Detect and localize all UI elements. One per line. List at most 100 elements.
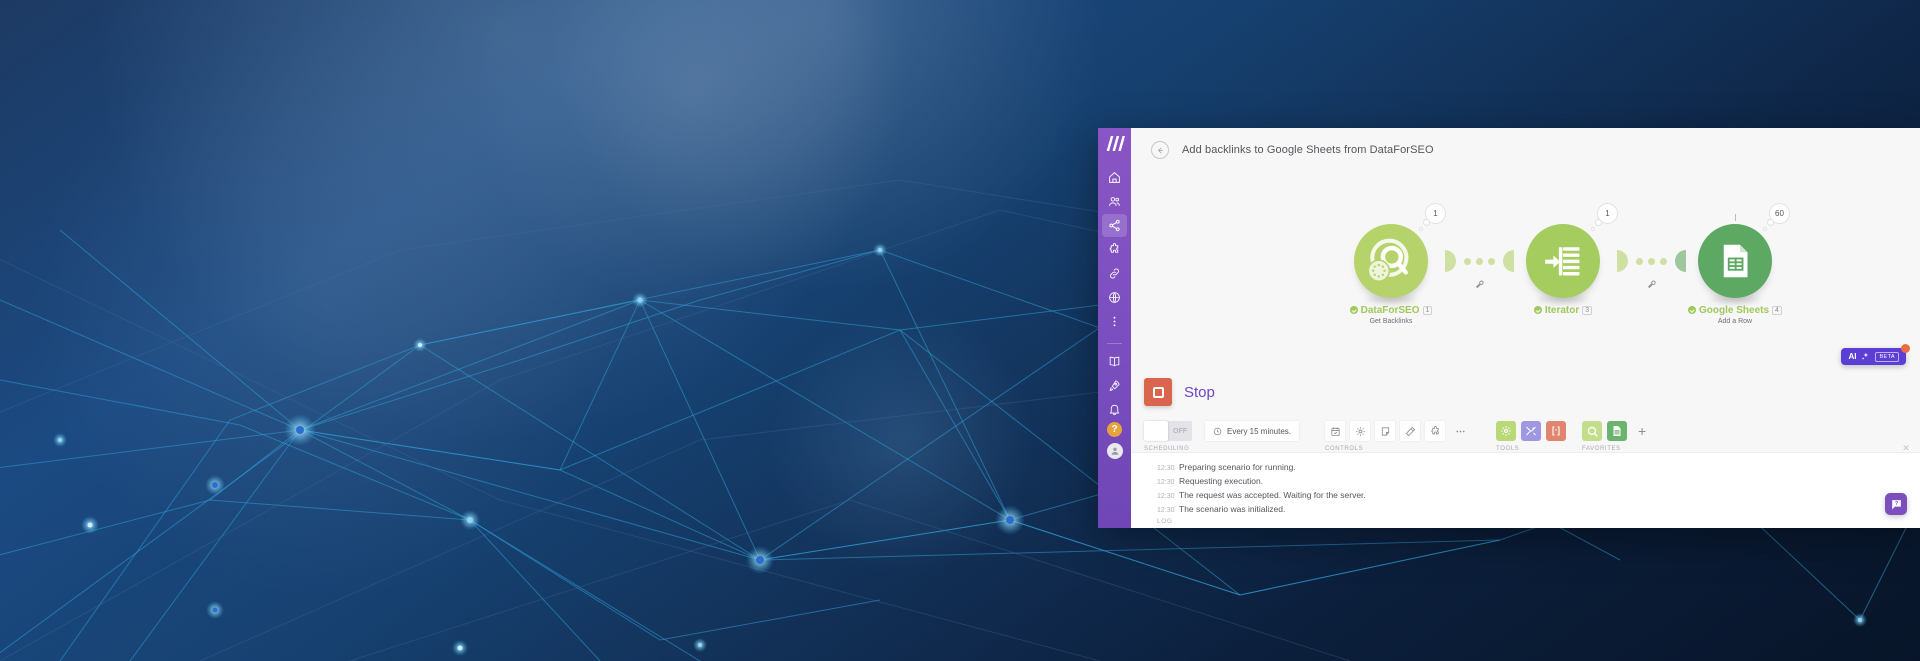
app-main: Add backlinks to Google Sheets from Data… (1131, 128, 1920, 528)
ai-label: AI (1848, 352, 1857, 361)
wrench-icon[interactable] (1475, 276, 1484, 294)
run-control: Stop (1144, 378, 1215, 406)
scenario-settings-button[interactable] (1350, 421, 1371, 441)
module-bubble-count: 60 (1769, 203, 1790, 224)
avatar[interactable] (1106, 443, 1123, 459)
add-favorite-button[interactable]: + (1632, 421, 1652, 441)
sidebar-item-more[interactable] (1102, 310, 1127, 333)
module-label: Google Sheets 4 (1675, 305, 1795, 316)
tools-text-parser-button[interactable] (1546, 421, 1567, 441)
execution-log-panel: ✕ 12:30 Preparing scenario for running. … (1131, 443, 1920, 528)
log-message: The request was accepted. Waiting for th… (1179, 490, 1366, 500)
page-title: Add backlinks to Google Sheets from Data… (1182, 144, 1434, 156)
beta-tag: BETA (1875, 351, 1899, 362)
sidebar-item-scenarios[interactable] (1102, 214, 1127, 237)
add-module-button[interactable] (1425, 421, 1446, 441)
log-message: Preparing scenario for running. (1179, 462, 1296, 472)
dataforseo-icon (1367, 238, 1409, 283)
wrench-icon[interactable] (1647, 276, 1656, 294)
calendar-check-icon (1330, 426, 1340, 436)
log-entry: 12:30 Preparing scenario for running. (1157, 462, 1920, 472)
puzzle-plus-icon (1430, 425, 1439, 434)
scheduling-group: OFF Every 15 minutes. SCHEDULING (1144, 420, 1300, 452)
sidebar-item-team[interactable] (1102, 190, 1127, 213)
tools-flow-control-button[interactable] (1496, 421, 1517, 441)
brackets-icon (1552, 426, 1560, 436)
auto-align-button[interactable] (1400, 421, 1421, 441)
ellipsis-icon (1455, 430, 1465, 432)
sidebar-item-whats-new[interactable] (1102, 374, 1127, 397)
tools-icon (1526, 426, 1536, 436)
sidebar-item-notifications[interactable] (1102, 398, 1127, 421)
module-google-sheets[interactable]: 60 Google Sheets 4 Add a Row (1675, 203, 1795, 325)
module-action: Get Backlinks (1369, 318, 1413, 325)
log-time: 12:30 (1157, 479, 1175, 486)
module-name: DataForSEO (1360, 305, 1420, 316)
log-entry: 12:30 The scenario was initialized. (1157, 504, 1920, 514)
favorite-dataforseo-button[interactable] (1582, 421, 1603, 441)
svg-text:?: ? (1894, 501, 1897, 507)
module-name: Google Sheets (1699, 305, 1770, 316)
sidebar-item-docs[interactable] (1102, 350, 1127, 373)
scenario-canvas[interactable]: 1 DataForSEO 1 Get Backlinks 1 Iterator … (1131, 172, 1920, 402)
module-bubble-dot-small (1763, 227, 1767, 231)
module-bubble-count: 1 (1425, 203, 1446, 224)
sidebar-item-webhooks[interactable] (1102, 286, 1127, 309)
module-top-connector (1735, 214, 1736, 221)
ai-notification-dot (1901, 344, 1910, 353)
log-message: Requesting execution. (1179, 476, 1264, 486)
stop-square-icon (1152, 386, 1164, 398)
log-time: 12:30 (1157, 465, 1175, 472)
connector-cap-left (1617, 250, 1628, 272)
controls-group: CONTROLS (1325, 420, 1470, 452)
help-chat-button[interactable]: ? (1885, 493, 1907, 515)
module-icon-circle (1526, 224, 1600, 298)
log-entry: 12:30 The request was accepted. Waiting … (1157, 490, 1920, 500)
gear-icon (1501, 426, 1511, 436)
magic-wand-icon (1405, 426, 1415, 436)
module-dataforseo[interactable]: 1 DataForSEO 1 Get Backlinks (1331, 203, 1451, 325)
module-iterator[interactable]: 1 Iterator 3 (1503, 203, 1623, 318)
schedule-interval-button[interactable]: Every 15 minutes. (1205, 421, 1300, 441)
tools-utilities-button[interactable] (1521, 421, 1542, 441)
connector-cap-left (1445, 250, 1456, 272)
app-sidebar: ? (1098, 128, 1131, 528)
notes-button[interactable] (1375, 421, 1396, 441)
make-logo[interactable] (1105, 136, 1125, 152)
scheduling-toggle[interactable]: OFF (1144, 421, 1192, 441)
module-check-icon (1533, 306, 1542, 314)
module-icon-circle (1698, 224, 1772, 298)
schedule-setting-button[interactable] (1325, 421, 1346, 441)
google-sheets-icon (1613, 426, 1621, 436)
run-status-label: Stop (1184, 383, 1215, 401)
dataforseo-icon (1587, 426, 1598, 437)
note-icon (1381, 426, 1389, 436)
connector-dots (1636, 257, 1667, 265)
ai-assistant-badge[interactable]: AI BETA (1841, 344, 1910, 365)
log-caption: LOG (1157, 518, 1173, 525)
sidebar-divider (1107, 343, 1122, 344)
sidebar-help-button[interactable]: ? (1107, 422, 1122, 437)
module-number: 1 (1422, 306, 1433, 315)
sidebar-item-home[interactable] (1102, 166, 1127, 189)
stop-button[interactable] (1144, 378, 1172, 406)
close-icon[interactable]: ✕ (1901, 443, 1911, 453)
favorite-google-sheets-button[interactable] (1607, 421, 1628, 441)
toggle-state-label: OFF (1173, 427, 1187, 435)
sidebar-item-templates[interactable] (1102, 238, 1127, 261)
module-bubble-count: 1 (1597, 203, 1618, 224)
module-label: Iterator 3 (1503, 305, 1623, 316)
log-time: 12:30 (1157, 507, 1175, 514)
module-check-icon (1688, 306, 1697, 314)
toggle-knob (1144, 421, 1168, 441)
sidebar-item-connections[interactable] (1102, 262, 1127, 285)
sparkle-icon (1862, 352, 1869, 360)
module-number: 4 (1772, 306, 1782, 315)
back-button[interactable] (1151, 141, 1169, 159)
log-message: The scenario was initialized. (1179, 504, 1286, 514)
make-app-window: ? Add backlinks to Google Sheets from Da… (1098, 128, 1920, 528)
help-chat-icon: ? (1891, 499, 1901, 509)
module-bubble-dot-small (1591, 227, 1595, 231)
more-controls-button[interactable] (1450, 421, 1470, 441)
module-bubble-dot-small (1419, 227, 1423, 231)
